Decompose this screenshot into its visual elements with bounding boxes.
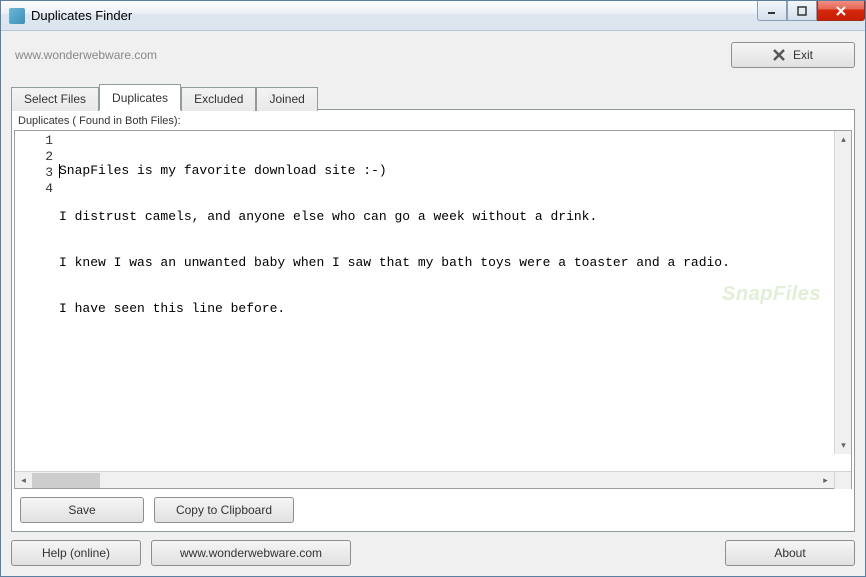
code-area[interactable]: SnapFiles is my favorite download site :… — [59, 131, 851, 471]
tab-strip: Select Files Duplicates Excluded Joined — [11, 83, 855, 110]
copy-button[interactable]: Copy to Clipboard — [154, 497, 294, 523]
code-line: I have seen this line before. — [59, 301, 851, 317]
tab-excluded[interactable]: Excluded — [181, 87, 256, 111]
client-area: www.wonderwebware.com Exit Select Files … — [1, 31, 865, 576]
maximize-button[interactable] — [787, 1, 817, 21]
close-icon — [835, 6, 847, 16]
editor: 1 2 3 4 SnapFiles is my favorite downloa… — [14, 130, 852, 489]
titlebar[interactable]: Duplicates Finder — [1, 1, 865, 31]
vertical-scrollbar[interactable]: ▴ ▾ — [834, 131, 851, 454]
minimize-icon — [767, 6, 777, 16]
line-number: 3 — [15, 165, 53, 181]
tab-select-files[interactable]: Select Files — [11, 87, 99, 111]
tab-joined[interactable]: Joined — [256, 87, 317, 111]
line-number: 1 — [15, 133, 53, 149]
exit-icon — [773, 49, 785, 61]
code-line: I distrust camels, and anyone else who c… — [59, 209, 851, 225]
line-number: 4 — [15, 181, 53, 197]
panel-caption: Duplicates ( Found in Both Files): — [14, 112, 852, 130]
footer-row: Help (online) www.wonderwebware.com Abou… — [11, 540, 855, 566]
tab-panel: Duplicates ( Found in Both Files): 1 2 3… — [11, 109, 855, 532]
help-button[interactable]: Help (online) — [11, 540, 141, 566]
horizontal-scrollbar[interactable]: ◂ ▸ — [15, 471, 851, 488]
maximize-icon — [797, 6, 807, 16]
tab-duplicates[interactable]: Duplicates — [99, 84, 181, 111]
scroll-up-icon[interactable]: ▴ — [835, 131, 851, 148]
exit-button[interactable]: Exit — [731, 42, 855, 68]
app-icon — [9, 8, 25, 24]
scroll-right-icon[interactable]: ▸ — [817, 472, 834, 489]
exit-label: Exit — [793, 48, 813, 62]
about-button[interactable]: About — [725, 540, 855, 566]
panel-button-row: Save Copy to Clipboard — [14, 489, 852, 529]
hscroll-thumb[interactable] — [32, 473, 100, 488]
editor-viewport: 1 2 3 4 SnapFiles is my favorite downloa… — [15, 131, 851, 471]
save-button[interactable]: Save — [20, 497, 144, 523]
scroll-left-icon[interactable]: ◂ — [15, 472, 32, 489]
watermark: SnapFiles — [722, 286, 821, 302]
footer-left: Help (online) www.wonderwebware.com — [11, 540, 351, 566]
window-title: Duplicates Finder — [31, 8, 132, 23]
code-line: I knew I was an unwanted baby when I saw… — [59, 255, 851, 271]
hscroll-track[interactable] — [32, 472, 817, 489]
scroll-corner — [834, 472, 851, 489]
app-window: Duplicates Finder www.wonderwebware.com … — [0, 0, 866, 577]
site-button[interactable]: www.wonderwebware.com — [151, 540, 351, 566]
line-gutter: 1 2 3 4 — [15, 131, 59, 471]
scroll-down-icon[interactable]: ▾ — [835, 437, 851, 454]
line-number: 2 — [15, 149, 53, 165]
window-controls — [757, 1, 865, 21]
header-url: www.wonderwebware.com — [15, 48, 157, 62]
close-button[interactable] — [817, 1, 865, 21]
minimize-button[interactable] — [757, 1, 787, 21]
code-line: SnapFiles is my favorite download site :… — [59, 163, 851, 179]
header-row: www.wonderwebware.com Exit — [11, 39, 855, 71]
